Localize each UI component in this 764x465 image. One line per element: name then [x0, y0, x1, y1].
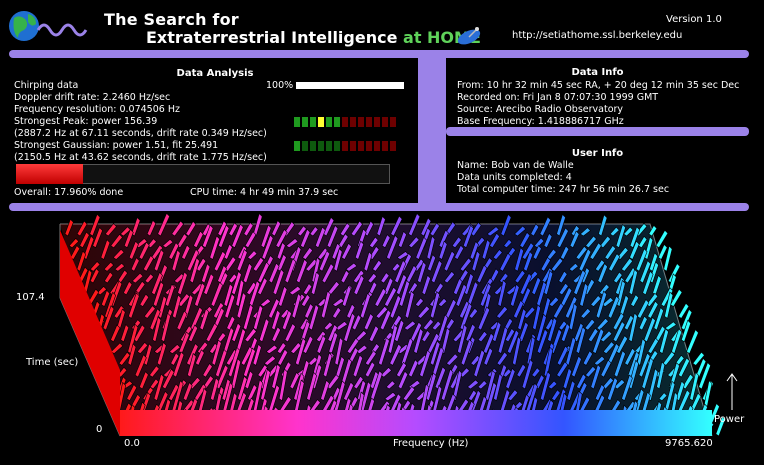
peak-meter-cell [334, 117, 340, 127]
peak-meter-cell [374, 117, 380, 127]
overall-progress-bar [16, 164, 390, 186]
user-info-total-time: Total computer time: 247 hr 56 min 26.7 … [457, 184, 670, 195]
peak-meter-cell [366, 117, 372, 127]
cpu-time: CPU time: 4 hr 49 min 37.9 sec [190, 187, 339, 198]
x-axis-label: Frequency (Hz) [393, 438, 469, 449]
app-title-line1: The Search for [104, 10, 239, 29]
x-axis-max: 9765.620 [665, 438, 713, 449]
peak-meter-cell [294, 117, 300, 127]
peak-meter-cell [342, 117, 348, 127]
frame-divider-vertical [418, 52, 446, 208]
strongest-gaussian: Strongest Gaussian: power 1.51, fit 25.4… [14, 140, 219, 151]
y-axis-label: Time (sec) [26, 357, 79, 368]
y-axis-max: 107.4 [16, 292, 45, 303]
chirping-percent: 100% [266, 80, 294, 91]
gaussian-meter-cell [366, 141, 372, 151]
satellite-dish-icon [457, 27, 481, 45]
gaussian-meter-cell [374, 141, 380, 151]
doppler-drift-rate: Doppler drift rate: 2.2460 Hz/sec [14, 92, 171, 103]
peak-meter-cell [390, 117, 396, 127]
overall-done: Overall: 17.960% done [14, 187, 124, 198]
data-info-recorded: Recorded on: Fri Jan 8 07:07:30 1999 GMT [457, 92, 659, 103]
power-spectrum-graph [59, 212, 726, 437]
title-main: Extraterrestrial Intelligence [146, 28, 398, 47]
gaussian-meter-cell [350, 141, 356, 151]
peak-meter-cell [318, 117, 324, 127]
peak-meter-cell [358, 117, 364, 127]
peak-meter-cell [302, 117, 308, 127]
gaussian-meter-cell [334, 141, 340, 151]
peak-meter-cell [326, 117, 332, 127]
strongest-peak: Strongest Peak: power 156.39 [14, 116, 158, 127]
y-axis-min: 0 [96, 424, 103, 435]
power-spike [686, 329, 699, 355]
data-info-source: Source: Arecibo Radio Observatory [457, 104, 624, 115]
gaussian-meter-cell [302, 141, 308, 151]
version-label: Version 1.0 [666, 14, 722, 25]
data-info-from: From: 10 hr 32 min 45 sec RA, + 20 deg 1… [457, 80, 740, 91]
peak-meter-cell [310, 117, 316, 127]
user-info-title: User Info [571, 148, 624, 159]
power-arrow-icon [726, 373, 738, 410]
user-info-units: Data units completed: 4 [457, 172, 572, 183]
gaussian-meter-cell [390, 141, 396, 151]
chirping-label: Chirping data [14, 80, 79, 91]
strongest-gaussian-detail: (2150.5 Hz at 43.62 seconds, drift rate … [14, 152, 267, 163]
data-info-title: Data Info [571, 67, 624, 78]
gaussian-meter-cell [326, 141, 332, 151]
strongest-peak-detail: (2887.2 Hz at 67.11 seconds, drift rate … [14, 128, 267, 139]
app-title-line2: Extraterrestrial Intelligence at HOME [146, 28, 481, 47]
gaussian-meter-cell [310, 141, 316, 151]
peak-meter-cell [350, 117, 356, 127]
gaussian-meter-cell [318, 141, 324, 151]
frequency-resolution: Frequency resolution: 0.074506 Hz [14, 104, 180, 115]
gaussian-meter-cell [358, 141, 364, 151]
gaussian-meter-cell [294, 141, 300, 151]
gaussian-meter-cell [342, 141, 348, 151]
website-url[interactable]: http://setiathome.ssl.berkeley.edu [512, 30, 682, 41]
seti-logo [9, 11, 88, 41]
data-analysis-title: Data Analysis [176, 68, 254, 79]
spectrum-base [120, 410, 712, 436]
data-info-base-frequency: Base Frequency: 1.418886717 GHz [457, 116, 624, 127]
peak-meter-cell [382, 117, 388, 127]
chirping-progress-bar [296, 82, 404, 89]
user-info-name: Name: Bob van de Walle [457, 160, 574, 171]
gaussian-power-meter [294, 141, 396, 151]
power-spike [655, 229, 669, 249]
frame-divider-right [446, 127, 749, 136]
power-label: Power [714, 414, 745, 425]
frame-divider-top [9, 50, 749, 58]
gaussian-meter-cell [382, 141, 388, 151]
progress-fill [16, 164, 84, 184]
x-axis-min: 0.0 [124, 438, 140, 449]
peak-power-meter [294, 117, 396, 127]
